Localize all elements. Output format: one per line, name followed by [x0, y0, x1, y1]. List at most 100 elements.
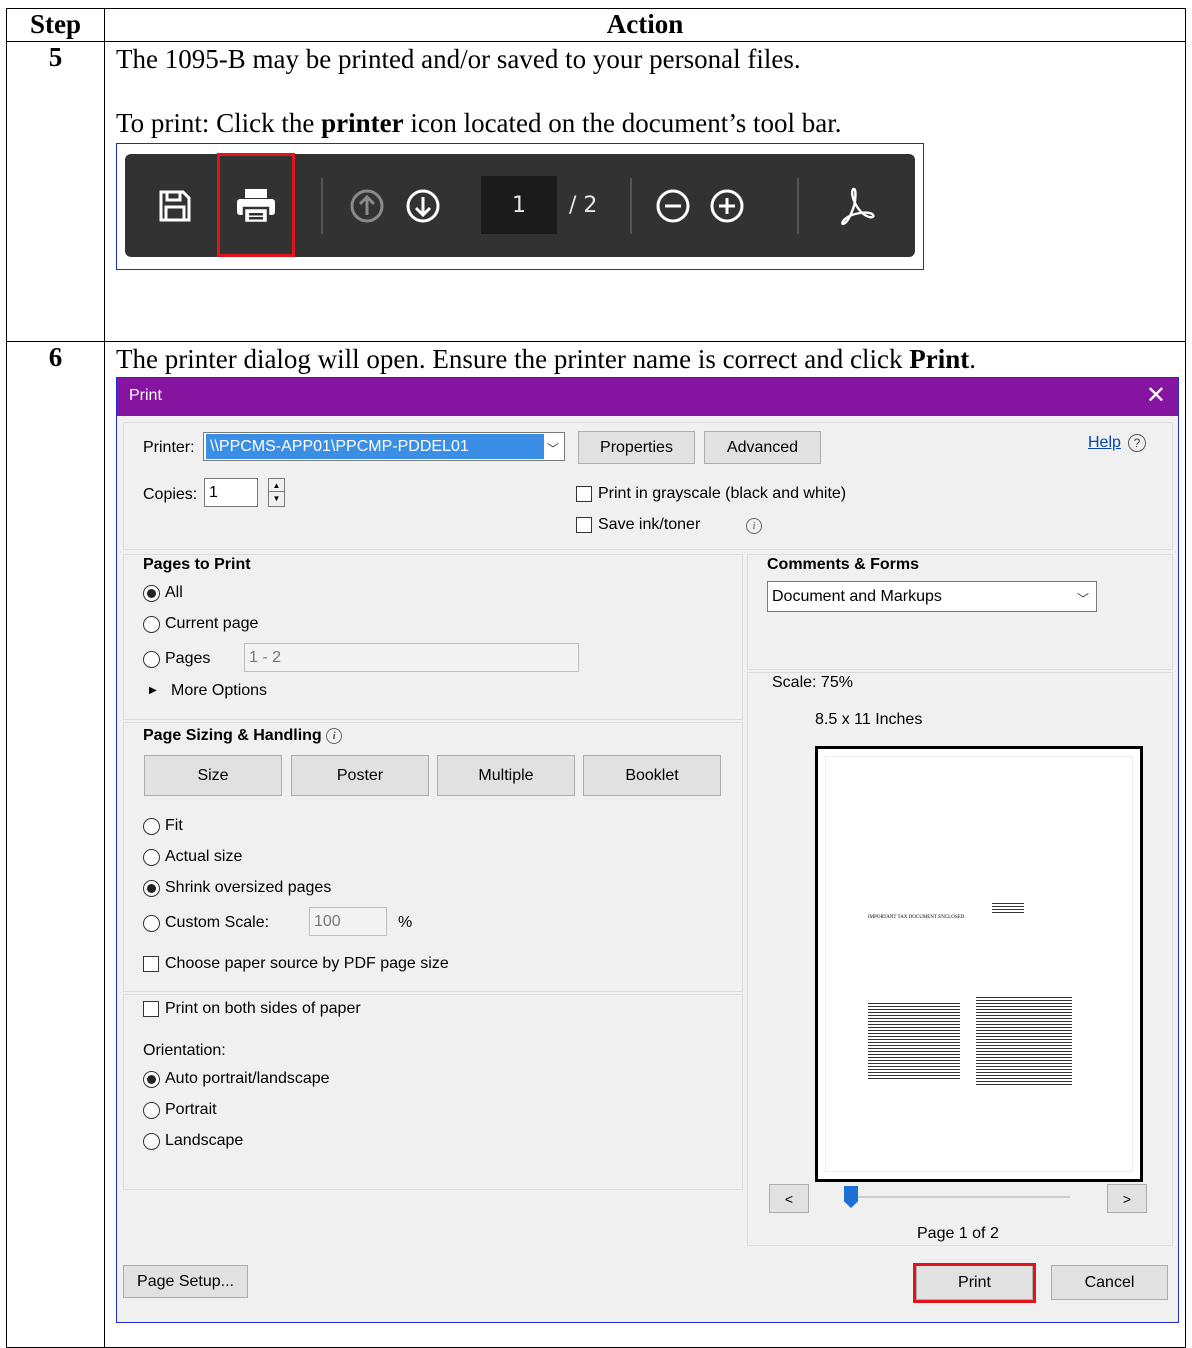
printer-select-value: \\PPCMS-APP01\PPCMP-PDDEL01	[206, 434, 544, 459]
stepper-up-icon[interactable]: ▲	[269, 479, 284, 492]
step6-line: The printer dialog will open. Ensure the…	[116, 343, 1185, 375]
custom-scale-radio[interactable]	[143, 915, 160, 932]
poster-button[interactable]: Poster	[291, 755, 429, 796]
dialog-title: Print	[129, 387, 162, 404]
printer-select[interactable]: \\PPCMS-APP01\PPCMP-PDDEL01 ﹀	[203, 432, 565, 461]
step5-line2: To print: Click the printer icon located…	[116, 107, 1185, 139]
percent-label: %	[398, 914, 413, 931]
page-up-icon[interactable]	[347, 154, 387, 257]
current-page-input[interactable]: 1	[481, 176, 557, 234]
portrait-radio[interactable]	[143, 1102, 160, 1119]
page-slider-track[interactable]	[850, 1196, 1070, 1198]
all-pages-radio[interactable]	[143, 585, 160, 602]
actual-size-label: Actual size	[165, 848, 243, 865]
orientation-panel	[123, 994, 743, 1190]
step-action-cell: The 1095-B may be printed and/or saved t…	[104, 41, 1186, 342]
step5-line1: The 1095-B may be printed and/or saved t…	[116, 44, 801, 74]
comments-forms-select[interactable]: Document and Markups ﹀	[767, 581, 1097, 612]
size-button[interactable]: Size	[144, 755, 282, 796]
preview-text-block	[976, 997, 1072, 1085]
advanced-button[interactable]: Advanced	[704, 431, 821, 464]
pages-range-label: Pages	[165, 650, 211, 667]
both-sides-checkbox[interactable]	[143, 1001, 159, 1017]
more-options-label[interactable]: More Options	[171, 682, 267, 700]
table-row: 6 The printer dialog will open. Ensure t…	[6, 341, 1186, 1348]
pages-to-print-heading: Pages to Print	[143, 556, 251, 573]
current-page-radio[interactable]	[143, 616, 160, 633]
comments-forms-heading: Comments & Forms	[767, 556, 920, 573]
pdf-toolbar: 1 / 2	[125, 153, 915, 257]
copies-stepper[interactable]: ▲ ▼	[268, 478, 285, 507]
acrobat-icon[interactable]	[833, 154, 879, 257]
total-pages-label: / 2	[569, 192, 598, 218]
save-ink-checkbox[interactable]	[576, 517, 592, 533]
shrink-oversized-radio[interactable]	[143, 880, 160, 897]
close-icon[interactable]: ✕	[1146, 382, 1166, 410]
stepper-down-icon[interactable]: ▼	[269, 492, 284, 505]
step5-line2-suffix: icon located on the document’s tool bar.	[403, 108, 842, 138]
step5-line2-prefix: To print: Click the	[116, 108, 322, 138]
action-column-header: Action	[104, 8, 1186, 42]
step-column-header: Step	[6, 8, 105, 42]
shrink-oversized-label: Shrink oversized pages	[165, 879, 332, 896]
dialog-title-bar: Print ✕	[117, 378, 1178, 416]
info-icon[interactable]: i	[746, 517, 762, 535]
page-down-icon[interactable]	[403, 154, 443, 257]
save-icon[interactable]	[155, 154, 195, 257]
toolbar-separator	[321, 178, 323, 234]
orientation-heading: Orientation:	[143, 1042, 226, 1059]
actual-size-radio[interactable]	[143, 849, 160, 866]
multiple-button[interactable]: Multiple	[437, 755, 575, 796]
help-link[interactable]: Help	[1088, 434, 1121, 452]
instruction-table: Step Action 5 The 1095-B may be printed …	[6, 8, 1186, 1348]
custom-scale-input[interactable]: 100	[309, 907, 387, 936]
expand-triangle-icon[interactable]: ▶	[149, 685, 157, 696]
properties-button[interactable]: Properties	[578, 431, 695, 464]
step6-line-bold: Print	[909, 344, 970, 374]
booklet-button[interactable]: Booklet	[583, 755, 721, 796]
preview-doc-text: IMPORTANT TAX DOCUMENT ENCLOSED	[868, 915, 965, 920]
page-setup-button[interactable]: Page Setup...	[123, 1265, 248, 1298]
portrait-label: Portrait	[165, 1101, 217, 1118]
pages-range-input[interactable]: 1 - 2	[244, 643, 579, 672]
print-button-highlight-box	[913, 1263, 1036, 1303]
table-row: 5 The 1095-B may be printed and/or saved…	[6, 41, 1186, 342]
print-dialog: Print ✕ Printer: \\PPCMS-APP01\PPCMP-PDD…	[116, 377, 1179, 1323]
fit-radio[interactable]	[143, 818, 160, 835]
pages-range-radio[interactable]	[143, 651, 160, 668]
info-icon[interactable]: i	[326, 728, 343, 744]
preview-text-block	[868, 1003, 960, 1081]
all-pages-label: All	[165, 584, 183, 601]
toolbar-separator	[630, 178, 632, 234]
toolbar-separator	[797, 178, 799, 234]
step-action-cell: The printer dialog will open. Ensure the…	[104, 341, 1186, 1348]
help-question-icon[interactable]: ?	[1128, 434, 1146, 452]
step6-line-prefix: The printer dialog will open. Ensure the…	[116, 344, 910, 374]
previous-page-button[interactable]: <	[769, 1184, 809, 1213]
step-number: 5	[6, 41, 105, 342]
zoom-out-icon[interactable]	[653, 154, 693, 257]
scale-label: Scale: 75%	[772, 674, 853, 691]
toolbar-screenshot-frame: 1 / 2	[116, 143, 924, 270]
auto-orientation-label: Auto portrait/landscape	[165, 1070, 330, 1087]
cancel-button[interactable]: Cancel	[1051, 1265, 1168, 1300]
next-page-button[interactable]: >	[1107, 1184, 1147, 1213]
paper-source-checkbox[interactable]	[143, 956, 159, 972]
step5-line2-bold: printer	[321, 108, 404, 138]
page-of-label: Page 1 of 2	[917, 1225, 999, 1242]
both-sides-label: Print on both sides of paper	[165, 1000, 361, 1017]
zoom-in-icon[interactable]	[707, 154, 747, 257]
preview-page: IMPORTANT TAX DOCUMENT ENCLOSED	[826, 757, 1132, 1171]
printer-highlight-box	[217, 153, 295, 257]
current-page-label: Current page	[165, 615, 259, 632]
preview-text-block	[992, 903, 1024, 913]
custom-scale-label: Custom Scale:	[165, 914, 270, 931]
landscape-radio[interactable]	[143, 1133, 160, 1150]
grayscale-checkbox[interactable]	[576, 486, 592, 502]
copies-label: Copies:	[143, 486, 198, 503]
copies-input[interactable]: 1	[204, 478, 258, 507]
auto-orientation-radio[interactable]	[143, 1071, 160, 1088]
page-sizing-heading-text: Page Sizing & Handling	[143, 727, 322, 744]
step-number: 6	[6, 341, 105, 1348]
save-ink-label: Save ink/toner	[598, 516, 701, 533]
